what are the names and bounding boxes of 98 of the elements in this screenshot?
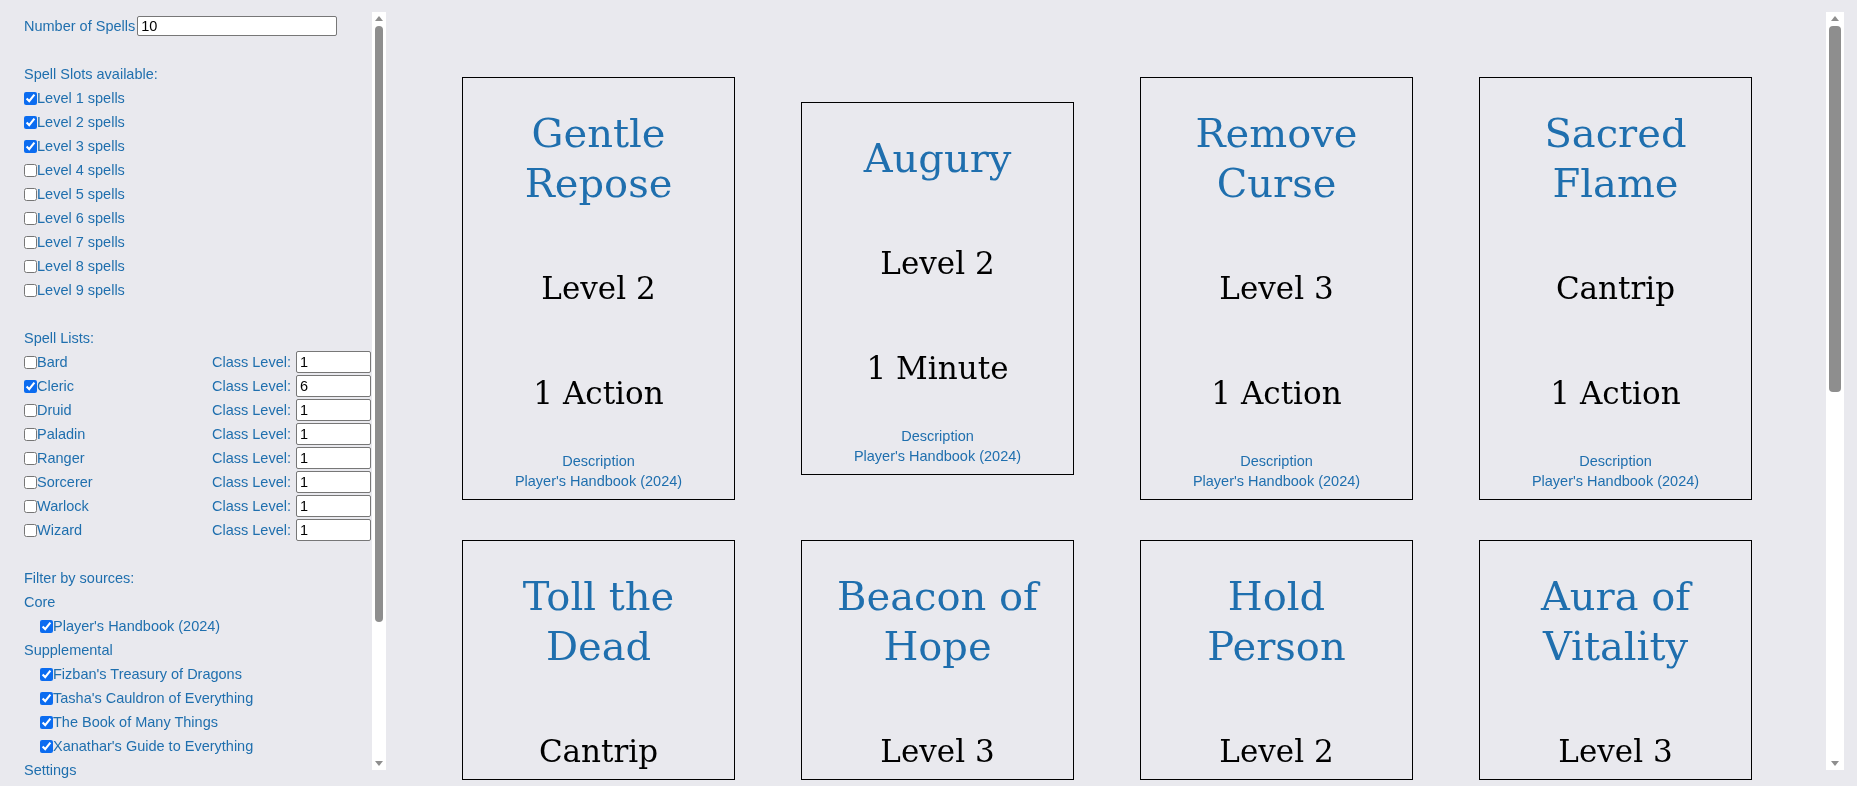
field-label: Class Level: [212, 474, 292, 490]
checkbox[interactable] [24, 499, 37, 513]
class-level-field[interactable]: 1 [296, 519, 371, 541]
checkbox-label: The Book of Many Things [53, 714, 218, 730]
checkbox-label: Level 4 spells [37, 162, 125, 178]
checkbox[interactable] [24, 475, 37, 489]
checkbox-label: Level 7 spells [37, 234, 125, 250]
checkbox[interactable] [40, 739, 53, 753]
source-label: Player's Handbook (2024) [853, 447, 1022, 466]
section-heading: Filter by sources: [24, 569, 136, 588]
checkbox[interactable] [24, 403, 37, 417]
spell-title: Augury [863, 134, 1012, 183]
class-level-field[interactable]: 1 [296, 399, 371, 421]
description-link[interactable]: Description [1240, 451, 1313, 471]
description-link[interactable]: Description [901, 426, 974, 446]
spell-level: Level 2 [880, 244, 995, 283]
spell-level: Level 3 [1219, 269, 1334, 308]
field-label: Class Level: [212, 450, 292, 466]
checkbox[interactable] [24, 91, 37, 105]
checkbox[interactable] [24, 259, 37, 273]
checkbox-label: Warlock [37, 498, 90, 514]
checkbox[interactable] [24, 379, 37, 393]
checkbox-label: Ranger [37, 450, 86, 466]
checkbox-label: Level 1 spells [37, 90, 125, 106]
spell-title: Remove Curse [1194, 109, 1359, 208]
description-link[interactable]: Description [562, 451, 635, 471]
field-label: Class Level: [212, 498, 292, 514]
class-level-field[interactable]: 1 [296, 471, 371, 493]
section-heading: Spell Lists: [24, 329, 96, 348]
spell-level: Level 2 [541, 269, 656, 308]
scrollbar[interactable] [372, 12, 386, 770]
field-label: Class Level: [212, 402, 292, 418]
casting-time: 1 Action [1211, 374, 1342, 413]
checkbox-label: Xanathar's Guide to Everything [53, 738, 254, 754]
group-heading: Supplemental [24, 641, 114, 660]
field-label: Class Level: [212, 354, 292, 370]
checkbox-label: Paladin [37, 426, 87, 442]
checkbox-label: Level 8 spells [37, 258, 125, 274]
checkbox-label: Level 9 spells [37, 282, 125, 298]
spell-level: Level 2 [1219, 732, 1334, 771]
checkbox[interactable] [40, 667, 53, 681]
spell-level: Cantrip [538, 732, 659, 771]
checkbox-label: Player's Handbook (2024) [53, 618, 221, 634]
checkbox[interactable] [40, 691, 53, 705]
casting-time: 1 Minute [866, 349, 1009, 388]
spell-title: Beacon of Hope [822, 571, 1053, 671]
spell-title: Gentle Repose [523, 109, 674, 208]
spell-level: Level 3 [1558, 732, 1673, 771]
checkbox-label: Level 2 spells [37, 114, 125, 130]
field-label: Class Level: [212, 378, 292, 394]
spell-title: Hold Person [1206, 572, 1347, 671]
class-level-field[interactable]: 1 [296, 423, 371, 445]
group-heading: Core [24, 593, 57, 612]
checkbox[interactable] [24, 139, 37, 153]
checkbox[interactable] [24, 283, 37, 297]
checkbox-label: Level 5 spells [37, 186, 125, 202]
checkbox[interactable] [24, 115, 37, 129]
checkbox[interactable] [24, 211, 37, 225]
section-heading: Settings [24, 761, 78, 780]
spell-title: Toll the Dead [521, 572, 676, 671]
casting-time: 1 Action [1550, 374, 1681, 413]
class-level-field[interactable]: 1 [296, 495, 371, 517]
checkbox-label: Cleric [37, 378, 76, 394]
description-link[interactable]: Description [1579, 451, 1652, 471]
checkbox[interactable] [24, 235, 37, 249]
spell-title: Aura of Vitality [1539, 572, 1694, 671]
source-label: Player's Handbook (2024) [1531, 472, 1700, 491]
checkbox[interactable] [24, 523, 37, 537]
field-label: Number of Spells [24, 18, 136, 34]
checkbox[interactable] [40, 715, 53, 729]
checkbox[interactable] [24, 355, 37, 369]
checkbox-label: Fizban's Treasury of Dragons [53, 666, 242, 682]
checkbox[interactable] [24, 451, 37, 465]
checkbox-label: Druid [37, 402, 73, 418]
checkbox-label: Sorcerer [37, 474, 94, 490]
scrollbar[interactable] [1826, 12, 1844, 770]
class-level-field[interactable]: 1 [296, 351, 371, 373]
class-level-field[interactable]: 1 [296, 447, 371, 469]
checkbox[interactable] [40, 619, 53, 633]
checkbox[interactable] [24, 187, 37, 201]
checkbox[interactable] [24, 163, 37, 177]
spell-level: Level 3 [880, 732, 995, 771]
casting-time: 1 Action [533, 374, 664, 413]
checkbox-label: Bard [37, 354, 69, 370]
spell-title: Sacred Flame [1543, 109, 1688, 208]
source-label: Player's Handbook (2024) [514, 472, 683, 491]
class-level-field[interactable]: 6 [296, 375, 371, 397]
field-label: Class Level: [212, 426, 292, 442]
source-label: Player's Handbook (2024) [1192, 472, 1361, 491]
checkbox-label: Level 6 spells [37, 210, 125, 226]
checkbox-label: Wizard [37, 522, 84, 538]
checkbox[interactable] [24, 427, 37, 441]
field-label: Class Level: [212, 522, 292, 538]
checkbox-label: Tasha's Cauldron of Everything [53, 690, 254, 706]
number-field[interactable]: 10 [137, 16, 338, 36]
section-heading: Spell Slots available: [24, 65, 159, 84]
checkbox-label: Level 3 spells [37, 138, 125, 154]
spell-level: Cantrip [1555, 269, 1676, 308]
